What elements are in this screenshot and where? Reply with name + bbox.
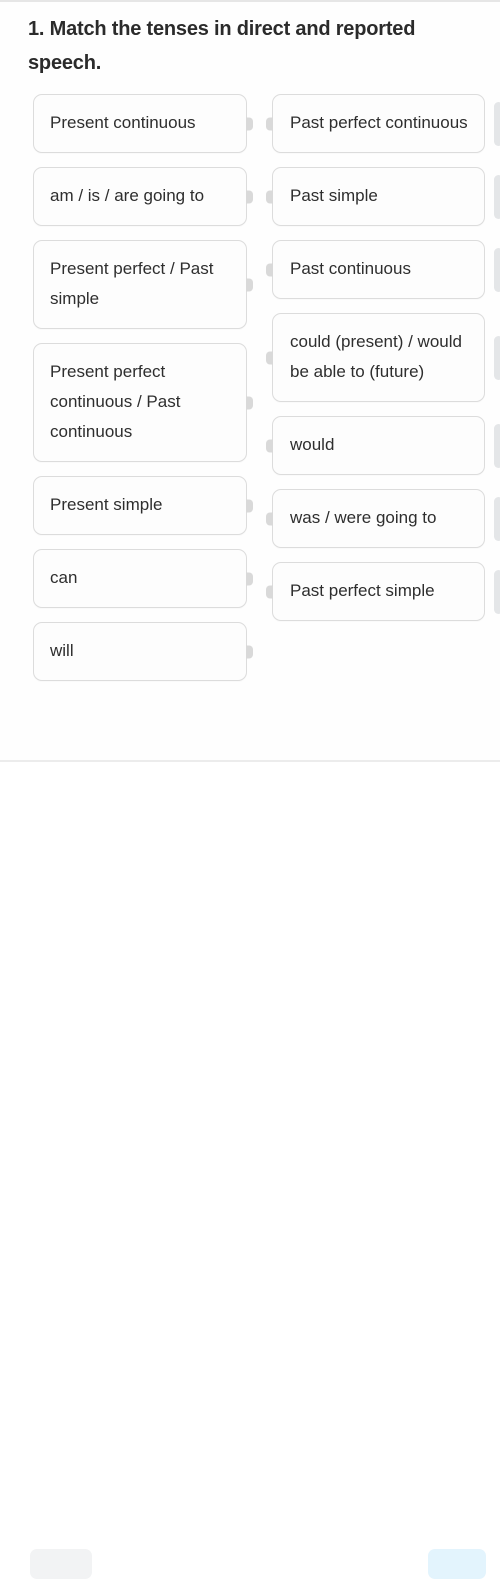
- exercise-page: 1. Match the tenses in direct and report…: [0, 2, 500, 1579]
- match-card-left[interactable]: can: [33, 549, 253, 608]
- connector-nub-icon[interactable]: [266, 117, 273, 130]
- connector-nub-icon[interactable]: [266, 512, 273, 525]
- back-button[interactable]: [30, 1549, 92, 1579]
- match-card-label: Past continuous: [290, 259, 411, 278]
- connector-nub-icon[interactable]: [266, 351, 273, 364]
- match-card-left[interactable]: Present continuous: [33, 94, 253, 153]
- matching-board: Present continuous am / is / are going t…: [0, 94, 500, 704]
- match-card-label: Present continuous: [50, 113, 196, 132]
- drag-handle-icon[interactable]: [494, 335, 500, 380]
- match-card-left[interactable]: Present perfect / Past simple: [33, 240, 253, 329]
- right-column: Past perfect continuous Past simple Past…: [266, 94, 500, 635]
- footer-bar: [0, 762, 500, 1579]
- match-card-right[interactable]: Past continuous: [266, 240, 500, 299]
- match-card-label: could (present) / would be able to (futu…: [290, 332, 462, 381]
- page-title: 1. Match the tenses in direct and report…: [28, 18, 416, 74]
- match-card-label: Past perfect simple: [290, 581, 435, 600]
- connector-nub-icon[interactable]: [246, 572, 253, 585]
- match-card-right[interactable]: could (present) / would be able to (futu…: [266, 313, 500, 402]
- connector-nub-icon[interactable]: [266, 585, 273, 598]
- match-card-right[interactable]: would: [266, 416, 500, 475]
- match-card-right[interactable]: was / were going to: [266, 489, 500, 548]
- connector-nub-icon[interactable]: [246, 396, 253, 409]
- drag-handle-icon[interactable]: [494, 569, 500, 614]
- drag-handle-icon[interactable]: [494, 174, 500, 219]
- match-card-label: can: [50, 568, 78, 587]
- match-card-label: Past perfect continuous: [290, 113, 468, 132]
- match-card-right[interactable]: Past perfect simple: [266, 562, 500, 621]
- drag-handle-icon[interactable]: [494, 423, 500, 468]
- drag-handle-icon[interactable]: [494, 101, 500, 146]
- match-card-label: Present perfect continuous / Past contin…: [50, 362, 181, 441]
- connector-nub-icon[interactable]: [266, 439, 273, 452]
- match-card-label: Present perfect / Past simple: [50, 259, 214, 308]
- drag-handle-icon[interactable]: [494, 247, 500, 292]
- connector-nub-icon[interactable]: [246, 278, 253, 291]
- connector-nub-icon[interactable]: [246, 499, 253, 512]
- match-card-label: Past simple: [290, 186, 378, 205]
- match-card-right[interactable]: Past perfect continuous: [266, 94, 500, 153]
- match-card-left[interactable]: Present perfect continuous / Past contin…: [33, 343, 253, 462]
- match-card-left[interactable]: Present simple: [33, 476, 253, 535]
- match-card-label: Present simple: [50, 495, 163, 514]
- match-card-label: was / were going to: [290, 508, 437, 527]
- connector-nub-icon[interactable]: [246, 117, 253, 130]
- drag-handle-icon[interactable]: [494, 496, 500, 541]
- match-card-left[interactable]: will: [33, 622, 253, 681]
- connector-nub-icon[interactable]: [266, 263, 273, 276]
- left-column: Present continuous am / is / are going t…: [33, 94, 253, 695]
- match-card-left[interactable]: am / is / are going to: [33, 167, 253, 226]
- match-card-label: would: [290, 435, 335, 454]
- connector-nub-icon[interactable]: [246, 645, 253, 658]
- match-card-label: am / is / are going to: [50, 186, 205, 205]
- match-card-label: will: [50, 641, 74, 660]
- connector-nub-icon[interactable]: [266, 190, 273, 203]
- match-card-right[interactable]: Past simple: [266, 167, 500, 226]
- connector-nub-icon[interactable]: [246, 190, 253, 203]
- next-button[interactable]: [428, 1549, 486, 1579]
